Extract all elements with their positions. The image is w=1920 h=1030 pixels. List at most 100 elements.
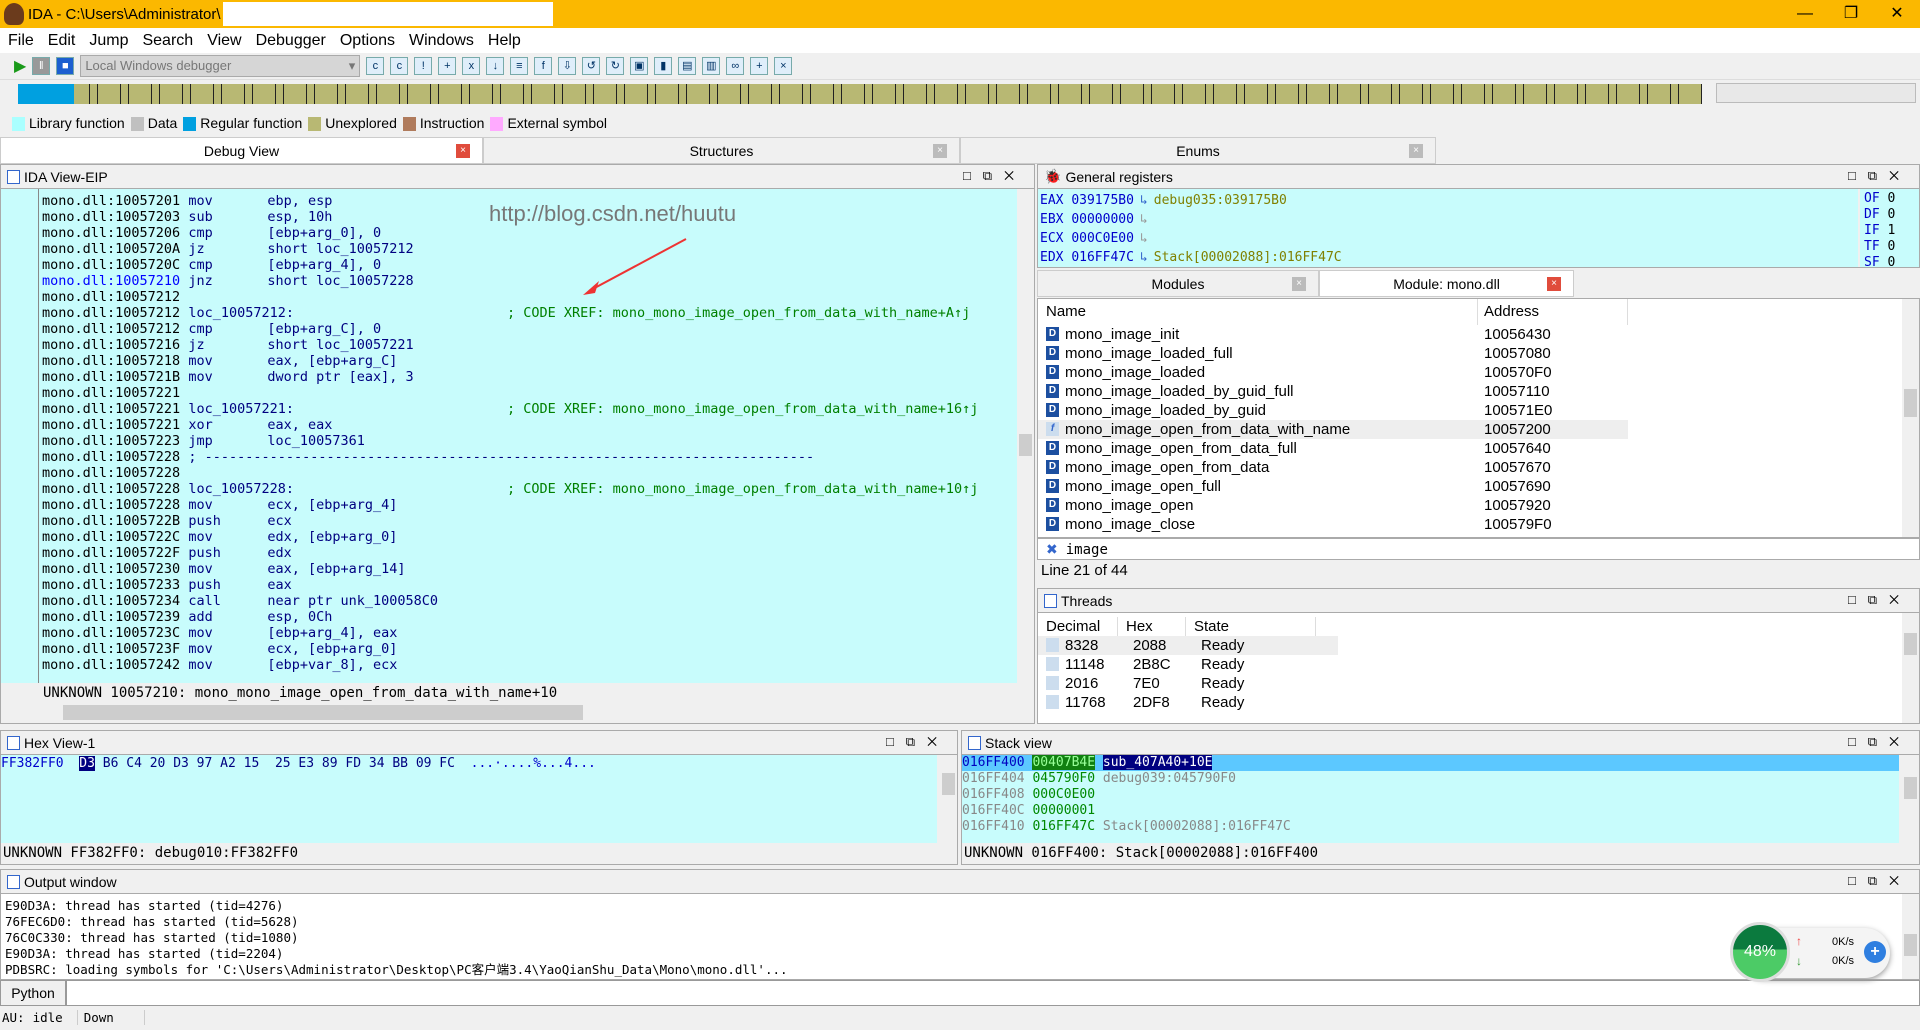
stack-row[interactable]: 016FF404 045790F0 debug039:045790F0 <box>962 771 1899 787</box>
jump-arrow-icon[interactable]: ↳ <box>1140 250 1148 265</box>
jump-arrow-icon[interactable]: ↳ <box>1140 193 1148 208</box>
stack-value[interactable]: 00407B4E <box>1032 755 1096 770</box>
stack-row[interactable]: 016FF408 000C0E00 <box>962 787 1899 803</box>
code-xref-comment[interactable]: ; CODE XREF: mono_mono_image_open_from_d… <box>507 481 978 497</box>
code-line[interactable]: mono.dll:1005720C cmp [ebp+arg_4], 0 <box>42 257 814 273</box>
delete-breakpoint-icon[interactable]: x <box>462 57 481 75</box>
panel-controls[interactable]: □⧉✕ <box>1848 168 1911 184</box>
filter-input[interactable]: image <box>1066 542 1108 558</box>
attach-icon[interactable]: c <box>366 57 385 75</box>
windows2-icon[interactable]: ▥ <box>702 57 721 75</box>
code-xref-comment[interactable]: ; CODE XREF: mono_mono_image_open_from_d… <box>507 401 978 417</box>
code-line[interactable]: mono.dll:10057221 <box>42 385 814 401</box>
code-line[interactable]: mono.dll:10057216 jz short loc_10057221 <box>42 337 814 353</box>
menu-debugger[interactable]: Debugger <box>256 32 326 50</box>
column-address[interactable]: Address <box>1478 299 1628 325</box>
add-breakpoint-icon[interactable]: + <box>438 57 457 75</box>
register-value[interactable]: 000C0E00 <box>1071 231 1134 246</box>
detach-icon[interactable]: c <box>390 57 409 75</box>
code-line[interactable]: mono.dll:1005722F push edx <box>42 545 814 561</box>
panel-controls[interactable]: □⧉✕ <box>963 168 1026 184</box>
menu-search[interactable]: Search <box>142 32 193 50</box>
register-row[interactable]: EBX 00000000 ↳ <box>1040 210 1858 229</box>
menu-file[interactable]: File <box>8 32 34 50</box>
list-item[interactable]: Dmono_image_open 10057920 <box>1038 496 1919 515</box>
remove-watch-icon[interactable]: × <box>774 57 793 75</box>
navigation-band[interactable] <box>18 84 1702 104</box>
stack-reference[interactable]: Stack[00002088]:016FF47C <box>1103 819 1291 834</box>
plus-icon[interactable]: + <box>1864 941 1886 963</box>
flag-row[interactable]: OF 0 <box>1864 191 1919 207</box>
vertical-scrollbar[interactable] <box>1902 894 1919 979</box>
register-row[interactable]: EAX 039175B0 ↳ debug035:039175B0 <box>1040 191 1858 210</box>
column-header[interactable]: Decimal <box>1038 617 1118 636</box>
code-line[interactable]: mono.dll:1005722B push ecx <box>42 513 814 529</box>
code-line[interactable]: mono.dll:10057221 xor eax, eax <box>42 417 814 433</box>
code-line[interactable]: mono.dll:1005720A jz short loc_10057212 <box>42 241 814 257</box>
close-icon[interactable]: × <box>1409 144 1423 158</box>
code-line[interactable]: mono.dll:10057228 mov ecx, [ebp+arg_4] <box>42 497 814 513</box>
menu-windows[interactable]: Windows <box>409 32 474 50</box>
code-line[interactable]: mono.dll:1005721B mov dword ptr [eax], 3 <box>42 369 814 385</box>
register-row[interactable]: EDX 016FF47C ↳ Stack[00002088]:016FF47C <box>1040 248 1858 267</box>
return-icon[interactable]: ↻ <box>606 57 625 75</box>
add-watch-icon[interactable]: + <box>750 57 769 75</box>
trace-icon[interactable]: ↺ <box>582 57 601 75</box>
run-to-cursor-icon[interactable]: f <box>534 57 553 75</box>
code-line[interactable]: mono.dll:10057206 cmp [ebp+arg_0], 0 <box>42 225 814 241</box>
step-out-icon[interactable]: ⇩ <box>558 57 577 75</box>
thread-row[interactable]: 11768 2DF8 Ready <box>1038 693 1338 712</box>
debugger-select[interactable]: Local Windows debugger ▾ <box>80 55 361 77</box>
list-item[interactable]: Dmono_image_loaded_by_guid 100571E0 <box>1038 401 1919 420</box>
flags-list[interactable]: OF 0 DF 0 IF 1 TF 0 SF 0 <box>1860 189 1919 267</box>
column-header[interactable]: Hex <box>1118 617 1186 636</box>
step-into-icon[interactable]: ↓ <box>486 57 505 75</box>
code-line[interactable]: mono.dll:10057233 push eax <box>42 577 814 593</box>
tab-modules[interactable]: Modules × <box>1037 270 1319 297</box>
tab-debug-view[interactable]: Debug View × <box>0 137 483 164</box>
thread-row[interactable]: 11148 2B8C Ready <box>1038 655 1338 674</box>
menu-help[interactable]: Help <box>488 32 521 50</box>
horizontal-scrollbar[interactable] <box>41 703 1011 722</box>
trace-stop-icon[interactable]: ▮ <box>654 57 673 75</box>
vertical-scrollbar[interactable] <box>1902 755 1919 864</box>
code-line[interactable]: mono.dll:10057212 cmp [ebp+arg_C], 0 <box>42 321 814 337</box>
register-value[interactable]: 00000000 <box>1071 212 1134 227</box>
list-item[interactable]: f mono_image_open_from_data_with_name 1005… <box>1038 420 1628 439</box>
menu-edit[interactable]: Edit <box>48 32 76 50</box>
flag-row[interactable]: SF 0 <box>1864 255 1919 267</box>
code-line[interactable]: mono.dll:10057242 mov [ebp+var_8], ecx <box>42 657 814 673</box>
thread-row[interactable]: 2016 7E0 Ready <box>1038 674 1338 693</box>
code-line[interactable]: mono.dll:10057230 mov eax, [ebp+arg_14] <box>42 561 814 577</box>
panel-controls[interactable]: □⧉✕ <box>1848 592 1911 608</box>
flag-row[interactable]: TF 0 <box>1864 239 1919 255</box>
register-value[interactable]: 039175B0 <box>1071 193 1134 208</box>
flag-row[interactable]: DF 0 <box>1864 207 1919 223</box>
maximize-button[interactable]: ❐ <box>1828 0 1874 28</box>
stack-value[interactable]: 00000001 <box>1032 803 1095 818</box>
stack-list[interactable]: 016FF400 00407B4E sub_407A40+10E 016FF404… <box>962 755 1899 843</box>
list-item[interactable]: Dmono_image_open_from_data 10057670 <box>1038 458 1919 477</box>
pause-icon[interactable]: ‖ <box>32 57 51 75</box>
close-icon[interactable]: × <box>1292 277 1306 291</box>
code-xref-comment[interactable]: ; CODE XREF: mono_mono_image_open_from_d… <box>507 305 970 321</box>
code-line[interactable]: mono.dll:10057239 add esp, 0Ch <box>42 609 814 625</box>
tab-enums[interactable]: Enums × <box>960 137 1436 164</box>
navigation-band-select[interactable] <box>1716 83 1916 103</box>
disassembly-view[interactable]: mono.dll:10057201 mov ebp, esp mono.dll:10… <box>1 189 1034 683</box>
register-list[interactable]: EAX 039175B0 ↳ debug035:039175B0 EBX 000000… <box>1038 189 1858 267</box>
code-line[interactable]: mono.dll:10057212 <box>42 289 814 305</box>
code-line[interactable]: mono.dll:1005723F mov ecx, [ebp+arg_0] <box>42 641 814 657</box>
code-line[interactable]: mono.dll:10057228 ; --------------------… <box>42 449 814 465</box>
hex-cursor-byte[interactable]: D3 <box>79 756 95 771</box>
python-language-button[interactable]: Python <box>0 980 66 1006</box>
stack-reference[interactable]: debug039:045790F0 <box>1103 771 1236 786</box>
code-line[interactable]: mono.dll:10057218 mov eax, [ebp+arg_C] <box>42 353 814 369</box>
hex-dump[interactable]: FF382FF0 D3 B6 C4 20 D3 97 A2 15 25 E3 8… <box>1 755 937 843</box>
menu-jump[interactable]: Jump <box>89 32 128 50</box>
watch-icon[interactable]: ∞ <box>726 57 745 75</box>
code-line[interactable]: mono.dll:10057210 jnz short loc_10057228 <box>42 273 814 289</box>
code-line[interactable]: mono.dll:10057223 jmp loc_10057361 <box>42 433 814 449</box>
code-line[interactable]: mono.dll:1005722C mov edx, [ebp+arg_0] <box>42 529 814 545</box>
jump-arrow-icon[interactable]: ↳ <box>1140 212 1148 227</box>
